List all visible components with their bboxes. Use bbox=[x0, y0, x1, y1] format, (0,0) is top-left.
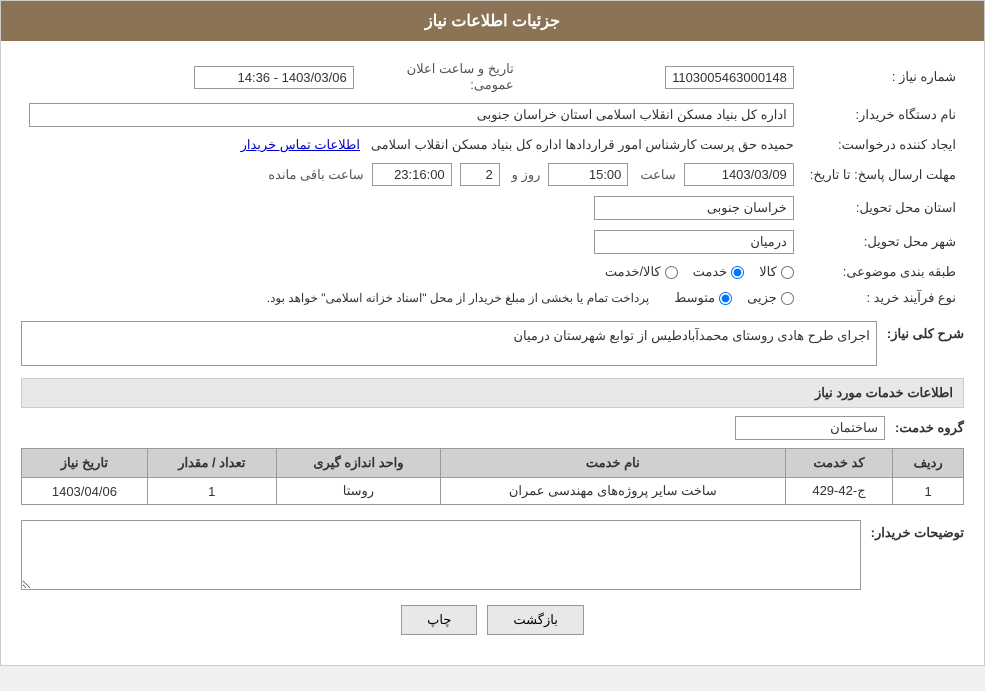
service-group-label: گروه خدمت: bbox=[895, 420, 964, 436]
creator-label: ایجاد کننده درخواست: bbox=[802, 132, 964, 158]
purchase-joz-label: جزیی bbox=[747, 290, 777, 306]
org-name-box: اداره کل بنیاد مسکن انقلاب اسلامی استان … bbox=[29, 103, 794, 127]
print-button[interactable]: چاپ bbox=[401, 605, 477, 635]
need-number-row: شماره نیاز : 1103005463000148 تاریخ و سا… bbox=[21, 56, 964, 98]
reply-day-label: روز و bbox=[512, 167, 541, 183]
category-row: طبقه بندی موضوعی: کالا خدمت کالا/خدمت bbox=[21, 259, 964, 285]
org-name-label: نام دستگاه خریدار: bbox=[802, 98, 964, 132]
page-title: جزئیات اطلاعات نیاز bbox=[425, 13, 560, 30]
city-box: درمیان bbox=[594, 230, 794, 254]
reply-deadline-row: مهلت ارسال پاسخ: تا تاریخ: 1403/03/09 سا… bbox=[21, 158, 964, 191]
services-table-body: 1ج-42-429ساخت سایر پروژه‌های مهندسی عمرا… bbox=[22, 478, 964, 505]
category-kala-khedmat-radio[interactable] bbox=[665, 266, 678, 279]
purchase-motevaset-radio[interactable] bbox=[719, 292, 732, 305]
reply-date-box: 1403/03/09 bbox=[684, 163, 794, 186]
page-header: جزئیات اطلاعات نیاز bbox=[1, 1, 984, 41]
reply-deadline-label: مهلت ارسال پاسخ: تا تاریخ: bbox=[802, 158, 964, 191]
reply-remaining-label: ساعت باقی مانده bbox=[268, 167, 363, 183]
province-value: خراسان جنوبی bbox=[21, 191, 802, 225]
province-box: خراسان جنوبی bbox=[594, 196, 794, 220]
purchase-motevaset-label: متوسط bbox=[674, 290, 715, 306]
services-table-head: ردیف کد خدمت نام خدمت واحد اندازه گیری ت… bbox=[22, 449, 964, 478]
need-description-label: شرح کلی نیاز: bbox=[887, 321, 964, 342]
org-name-value: اداره کل بنیاد مسکن انقلاب اسلامی استان … bbox=[21, 98, 802, 132]
category-kala-label: کالا bbox=[759, 264, 777, 280]
creator-value: حمیده حق پرست کارشناس امور قراردادها ادا… bbox=[21, 132, 802, 158]
table-row: 1ج-42-429ساخت سایر پروژه‌های مهندسی عمرا… bbox=[22, 478, 964, 505]
city-row: شهر محل تحویل: درمیان bbox=[21, 225, 964, 259]
announce-box: 1403/03/06 - 14:36 bbox=[194, 66, 354, 89]
cell-name: ساخت سایر پروژه‌های مهندسی عمران bbox=[441, 478, 786, 505]
need-number-label: شماره نیاز : bbox=[802, 56, 964, 98]
purchase-note: پرداخت تمام یا بخشی از مبلغ خریدار از مح… bbox=[267, 291, 650, 305]
need-description-box: اجرای طرح هادی روستای محمدآبادطیس از توا… bbox=[21, 321, 877, 366]
cell-date: 1403/04/06 bbox=[22, 478, 148, 505]
need-description-value: اجرای طرح هادی روستای محمدآبادطیس از توا… bbox=[513, 328, 869, 343]
col-unit: واحد اندازه گیری bbox=[276, 449, 440, 478]
col-date: تاریخ نیاز bbox=[22, 449, 148, 478]
button-row: بازگشت چاپ bbox=[21, 605, 964, 635]
category-khedmat-radio[interactable] bbox=[731, 266, 744, 279]
need-description-wrapper: اجرای طرح هادی روستای محمدآبادطیس از توا… bbox=[21, 321, 877, 366]
services-table: ردیف کد خدمت نام خدمت واحد اندازه گیری ت… bbox=[21, 448, 964, 505]
need-number-value: 1103005463000148 bbox=[522, 56, 802, 98]
category-value: کالا خدمت کالا/خدمت bbox=[21, 259, 802, 285]
category-radio-group: کالا خدمت کالا/خدمت bbox=[29, 264, 794, 280]
col-qty: تعداد / مقدار bbox=[147, 449, 276, 478]
purchase-type-label: نوع فرآیند خرید : bbox=[802, 285, 964, 311]
services-section-title: اطلاعات خدمات مورد نیاز bbox=[21, 378, 964, 408]
category-kala[interactable]: کالا bbox=[759, 264, 794, 280]
service-group-row: گروه خدمت: ساختمان bbox=[21, 416, 964, 440]
cell-code: ج-42-429 bbox=[785, 478, 893, 505]
buyer-desc-section: توضیحات خریدار: bbox=[21, 520, 964, 590]
purchase-radio-group: جزیی متوسط پرداخت تمام یا بخشی از مبلغ خ… bbox=[29, 290, 794, 306]
col-name: نام خدمت bbox=[441, 449, 786, 478]
buyer-desc-textarea[interactable] bbox=[21, 520, 861, 590]
main-content: شماره نیاز : 1103005463000148 تاریخ و سا… bbox=[1, 41, 984, 665]
col-row: ردیف bbox=[893, 449, 964, 478]
cell-unit: روستا bbox=[276, 478, 440, 505]
page-wrapper: جزئیات اطلاعات نیاز شماره نیاز : 1103005… bbox=[0, 0, 985, 666]
purchase-type-row: نوع فرآیند خرید : جزیی متوسط پرداخت تمام… bbox=[21, 285, 964, 311]
province-row: استان محل تحویل: خراسان جنوبی bbox=[21, 191, 964, 225]
reply-deadline-value: 1403/03/09 ساعت 15:00 روز و 2 23:16:00 س… bbox=[21, 158, 802, 191]
purchase-joz-radio[interactable] bbox=[781, 292, 794, 305]
province-label: استان محل تحویل: bbox=[802, 191, 964, 225]
reply-deadline-flex: 1403/03/09 ساعت 15:00 روز و 2 23:16:00 س… bbox=[29, 163, 794, 186]
purchase-type-value: جزیی متوسط پرداخت تمام یا بخشی از مبلغ خ… bbox=[21, 285, 802, 311]
announce-value: 1403/03/06 - 14:36 bbox=[21, 56, 362, 98]
creator-text: حمیده حق پرست کارشناس امور قراردادها ادا… bbox=[371, 137, 794, 152]
announce-label: تاریخ و ساعت اعلان عمومی: bbox=[362, 56, 522, 98]
reply-day-box: 2 bbox=[460, 163, 500, 186]
creator-link[interactable]: اطلاعات تماس خریدار bbox=[241, 137, 360, 152]
services-section-label: اطلاعات خدمات مورد نیاز bbox=[815, 385, 953, 400]
category-kala-khedmat[interactable]: کالا/خدمت bbox=[605, 264, 678, 280]
services-header-row: ردیف کد خدمت نام خدمت واحد اندازه گیری ت… bbox=[22, 449, 964, 478]
reply-time-box: 15:00 bbox=[548, 163, 628, 186]
cell-row: 1 bbox=[893, 478, 964, 505]
need-number-box: 1103005463000148 bbox=[665, 66, 794, 89]
reply-remaining-box: 23:16:00 bbox=[372, 163, 452, 186]
col-code: کد خدمت bbox=[785, 449, 893, 478]
need-description-section: شرح کلی نیاز: اجرای طرح هادی روستای محمد… bbox=[21, 321, 964, 366]
org-name-row: نام دستگاه خریدار: اداره کل بنیاد مسکن ا… bbox=[21, 98, 964, 132]
creator-row: ایجاد کننده درخواست: حمیده حق پرست کارشن… bbox=[21, 132, 964, 158]
purchase-motevaset[interactable]: متوسط bbox=[674, 290, 732, 306]
category-kala-radio[interactable] bbox=[781, 266, 794, 279]
service-group-box: ساختمان bbox=[735, 416, 885, 440]
buyer-desc-label: توضیحات خریدار: bbox=[871, 520, 964, 541]
purchase-joz[interactable]: جزیی bbox=[747, 290, 794, 306]
info-table: شماره نیاز : 1103005463000148 تاریخ و سا… bbox=[21, 56, 964, 311]
reply-time-label: ساعت bbox=[640, 167, 675, 183]
city-value: درمیان bbox=[21, 225, 802, 259]
back-button[interactable]: بازگشت bbox=[487, 605, 583, 635]
category-kala-khedmat-label: کالا/خدمت bbox=[605, 264, 661, 280]
category-label: طبقه بندی موضوعی: bbox=[802, 259, 964, 285]
city-label: شهر محل تحویل: bbox=[802, 225, 964, 259]
category-khedmat[interactable]: خدمت bbox=[693, 264, 745, 280]
cell-quantity: 1 bbox=[147, 478, 276, 505]
category-khedmat-label: خدمت bbox=[693, 264, 728, 280]
